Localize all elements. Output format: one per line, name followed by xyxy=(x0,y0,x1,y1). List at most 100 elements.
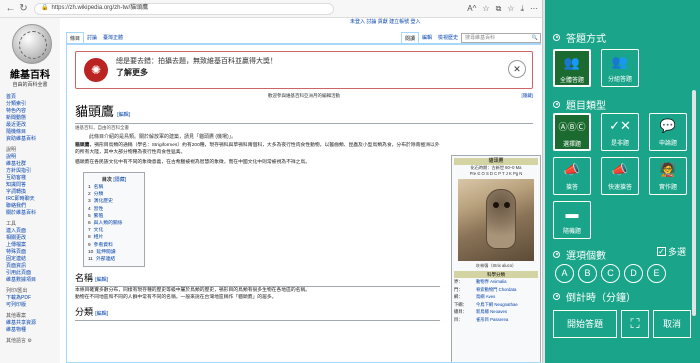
sidebar-link[interactable]: 維基共享資源 xyxy=(6,320,54,327)
sidebar-link[interactable]: 首頁 xyxy=(6,94,54,101)
card-icon: ▬ xyxy=(565,206,579,221)
type-quickbuzz-button[interactable]: 📣 快速搶答 xyxy=(601,157,639,195)
search-icon[interactable]: 🔍 xyxy=(532,34,538,42)
infobox-value[interactable]: 脊索動物門 Chordata xyxy=(476,286,516,294)
toc-entry[interactable]: 3 演化歷史 xyxy=(88,198,140,205)
start-answer-button[interactable]: 開始答題 xyxy=(553,310,617,338)
tab-edit[interactable]: 編輯 xyxy=(419,32,435,43)
gear-icon[interactable]: ⚙ xyxy=(27,338,31,344)
infobox-classification-head: 科學分類 xyxy=(454,271,538,278)
owl-photo[interactable] xyxy=(458,179,534,261)
heading-class-edit[interactable]: [編輯] xyxy=(95,311,108,317)
sidebar-link[interactable]: 相關更改 xyxy=(6,235,54,242)
toc-entry[interactable]: 7 文化 xyxy=(88,227,140,234)
type-practice-button[interactable]: 🧑‍🏫 實作題 xyxy=(649,157,687,195)
toc-toggle[interactable]: [隱藏] xyxy=(113,177,126,183)
heading-name-edit[interactable]: [編輯] xyxy=(95,277,108,283)
sidebar-link[interactable]: 維基數據項目 xyxy=(6,277,54,284)
sidebar-link[interactable]: 互助客棧 xyxy=(6,175,54,182)
toc-entry[interactable]: 8 相片 xyxy=(88,234,140,241)
infobox-value[interactable]: 新鳥總 Neoaves xyxy=(476,308,507,316)
sidebar-link[interactable]: 上傳檔案 xyxy=(6,242,54,249)
toc-entry[interactable]: 10 延伸閱讀 xyxy=(88,249,140,256)
type-random-button[interactable]: ▬ 隨機題 xyxy=(553,201,591,239)
cancel-button[interactable]: 取消 xyxy=(653,310,691,338)
split-screen-icon[interactable]: ⧉ xyxy=(496,4,502,14)
sidebar-link[interactable]: 固定連結 xyxy=(6,256,54,263)
close-icon[interactable]: ✕ xyxy=(508,60,526,78)
toc-entry[interactable]: 11 外部連結 xyxy=(88,256,140,263)
banner-learn-more[interactable]: 了解更多 xyxy=(116,68,532,78)
sidebar-link[interactable]: 引用此頁面 xyxy=(6,270,54,277)
infobox-value[interactable]: 今鳥下綱 Neognathae xyxy=(476,301,518,309)
sidebar-link[interactable]: 關於維基百科 xyxy=(6,210,54,217)
type-buzz-button[interactable]: 📣 搶答 xyxy=(553,157,591,195)
tab-read[interactable]: 閱讀 xyxy=(400,32,419,43)
sidebar-link[interactable]: 分類索引 xyxy=(6,101,54,108)
user-links[interactable]: 未登入 討論 貢獻 建立帳號 登入 xyxy=(350,18,421,26)
mode-group-button[interactable]: 👥 分組答題 xyxy=(601,49,639,87)
infobox-value[interactable]: 雀形目 Passerea xyxy=(476,316,508,324)
toc-entry[interactable]: 2 分類 xyxy=(88,191,140,198)
infobox-value[interactable]: 動物界 Animalia xyxy=(476,278,507,286)
sidebar-link[interactable]: 字詞轉換 xyxy=(6,189,54,196)
option-c-button[interactable]: C xyxy=(601,264,620,283)
type-truefalse-button[interactable]: ✓✕ 是非題 xyxy=(601,113,639,151)
back-icon[interactable]: ← xyxy=(4,2,17,15)
multi-select-toggle[interactable]: ✓ 多選 xyxy=(657,245,686,258)
sidebar-link[interactable]: 維基物種 xyxy=(6,327,54,334)
option-d-button[interactable]: D xyxy=(624,264,643,283)
sidebar-link[interactable]: 連入頁面 xyxy=(6,228,54,235)
infobox-value[interactable]: 鳥綱 Aves xyxy=(476,293,495,301)
tab-talk[interactable]: 討論 xyxy=(84,32,100,43)
toc-label: 名稱 xyxy=(93,185,104,190)
option-b-button[interactable]: B xyxy=(578,264,597,283)
crop-icon[interactable]: ⛶ xyxy=(621,310,649,338)
read-aloud-icon[interactable]: A^ xyxy=(467,4,476,14)
sidebar-link[interactable]: 可列印版 xyxy=(6,302,54,309)
sidebar-link[interactable]: 資助維基百科 xyxy=(6,136,54,143)
tab-article[interactable]: 條目 xyxy=(66,32,85,43)
type-essay-button[interactable]: 💬 申論題 xyxy=(649,113,687,151)
sidebar-link[interactable]: 聯絡我們 xyxy=(6,203,54,210)
title-edit-link[interactable]: [編輯] xyxy=(117,112,130,118)
toc-entry[interactable]: 5 繁殖 xyxy=(88,213,140,220)
sidebar-link[interactable]: 方針與指引 xyxy=(6,168,54,175)
downloads-icon[interactable]: ⤓ xyxy=(520,4,524,14)
tab-variant[interactable]: 臺灣正體 xyxy=(100,32,126,43)
sidebar-link[interactable]: 新聞動態 xyxy=(6,115,54,122)
sidebar-link[interactable]: 隨機條目 xyxy=(6,129,54,136)
panel-scrollbar[interactable] xyxy=(692,90,696,316)
wikipedia-globe-logo[interactable] xyxy=(12,24,52,64)
favorite-icon[interactable]: ☆ xyxy=(482,4,489,14)
type-choice-button[interactable]: ⒶⒷⒸ 選擇題 xyxy=(553,113,591,151)
toc-entry[interactable]: 9 參看資料 xyxy=(88,242,140,249)
sidebar-link[interactable]: 特色內容 xyxy=(6,108,54,115)
option-a-button[interactable]: A xyxy=(555,264,574,283)
address-bar[interactable]: 🔒 https://zh.wikipedia.org/zh-tw/貓頭鷹 xyxy=(34,2,334,15)
sidebar-link[interactable]: IRC即時聊天 xyxy=(6,196,54,203)
sidebar-link[interactable]: 特殊頁面 xyxy=(6,249,54,256)
option-e-button[interactable]: E xyxy=(647,264,666,283)
favorites-bar-icon[interactable]: ☆ xyxy=(507,4,514,14)
sidebar-link[interactable]: 頁面資訊 xyxy=(6,263,54,270)
campaign-banner: ✺ 總是要去錯：拍攝去題，無致維基百科並贏得大獎！ 了解更多 ✕ xyxy=(75,51,533,89)
mode-all-button[interactable]: 👥 全體答題 xyxy=(553,49,591,87)
sidebar-link[interactable]: 知識問答 xyxy=(6,182,54,189)
sidebar-link[interactable]: 說明 xyxy=(6,154,54,161)
toc-entry[interactable]: 4 習性 xyxy=(88,206,140,213)
more-icon[interactable]: ⋯ xyxy=(530,4,538,14)
search-input[interactable]: 搜尋維基百科 🔍 xyxy=(461,33,541,43)
site-notice: 歡迎參與維基百科亞洲月的編輯活動 [隱藏] xyxy=(75,93,533,99)
notice-hide-link[interactable]: [隱藏] xyxy=(521,93,533,99)
toc-entry[interactable]: 1 名稱 xyxy=(88,184,140,191)
tab-history[interactable]: 檢視歷史 xyxy=(435,32,461,43)
sidebar-link[interactable]: 最近更改 xyxy=(6,122,54,129)
infobox-key: 界： xyxy=(454,279,463,284)
refresh-icon[interactable]: ↻ xyxy=(17,2,30,15)
sidebar-link[interactable]: 維基社群 xyxy=(6,161,54,168)
toc-entry[interactable]: 6 與人類的關係 xyxy=(88,220,140,227)
toc-label: 分類 xyxy=(93,192,104,198)
logo-subtitle: 自由的百科全書 xyxy=(12,83,48,88)
sidebar-link[interactable]: 下載為PDF xyxy=(6,295,54,302)
